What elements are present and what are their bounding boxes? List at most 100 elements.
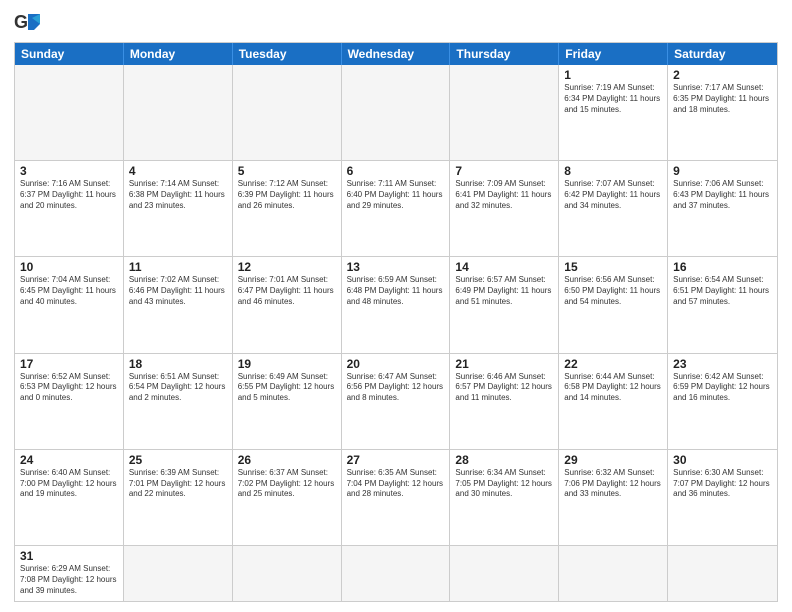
day-info: Sunrise: 6:49 AM Sunset: 6:55 PM Dayligh… bbox=[238, 372, 336, 404]
day-cell-29: 29Sunrise: 6:32 AM Sunset: 7:06 PM Dayli… bbox=[559, 450, 668, 545]
day-cell-27: 27Sunrise: 6:35 AM Sunset: 7:04 PM Dayli… bbox=[342, 450, 451, 545]
day-number: 28 bbox=[455, 453, 553, 467]
day-info: Sunrise: 6:32 AM Sunset: 7:06 PM Dayligh… bbox=[564, 468, 662, 500]
day-cell-6: 6Sunrise: 7:11 AM Sunset: 6:40 PM Daylig… bbox=[342, 161, 451, 256]
day-number: 30 bbox=[673, 453, 772, 467]
calendar-body: 1Sunrise: 7:19 AM Sunset: 6:34 PM Daylig… bbox=[15, 65, 777, 601]
day-cell-28: 28Sunrise: 6:34 AM Sunset: 7:05 PM Dayli… bbox=[450, 450, 559, 545]
day-number: 9 bbox=[673, 164, 772, 178]
day-info: Sunrise: 6:34 AM Sunset: 7:05 PM Dayligh… bbox=[455, 468, 553, 500]
day-number: 4 bbox=[129, 164, 227, 178]
empty-cell bbox=[450, 546, 559, 601]
day-cell-1: 1Sunrise: 7:19 AM Sunset: 6:34 PM Daylig… bbox=[559, 65, 668, 160]
day-number: 13 bbox=[347, 260, 445, 274]
header-day-sunday: Sunday bbox=[15, 43, 124, 65]
day-cell-8: 8Sunrise: 7:07 AM Sunset: 6:42 PM Daylig… bbox=[559, 161, 668, 256]
day-number: 19 bbox=[238, 357, 336, 371]
day-info: Sunrise: 7:06 AM Sunset: 6:43 PM Dayligh… bbox=[673, 179, 772, 211]
day-number: 29 bbox=[564, 453, 662, 467]
header-day-saturday: Saturday bbox=[668, 43, 777, 65]
header: G bbox=[14, 10, 778, 34]
day-cell-3: 3Sunrise: 7:16 AM Sunset: 6:37 PM Daylig… bbox=[15, 161, 124, 256]
day-cell-18: 18Sunrise: 6:51 AM Sunset: 6:54 PM Dayli… bbox=[124, 354, 233, 449]
day-info: Sunrise: 7:12 AM Sunset: 6:39 PM Dayligh… bbox=[238, 179, 336, 211]
header-day-monday: Monday bbox=[124, 43, 233, 65]
day-number: 20 bbox=[347, 357, 445, 371]
logo-icon: G bbox=[14, 10, 42, 34]
empty-cell bbox=[124, 546, 233, 601]
empty-cell bbox=[559, 546, 668, 601]
logo: G bbox=[14, 10, 46, 34]
page: G SundayMondayTuesdayWednesdayThursdayFr… bbox=[0, 0, 792, 612]
day-number: 23 bbox=[673, 357, 772, 371]
day-number: 25 bbox=[129, 453, 227, 467]
day-cell-10: 10Sunrise: 7:04 AM Sunset: 6:45 PM Dayli… bbox=[15, 257, 124, 352]
day-number: 22 bbox=[564, 357, 662, 371]
day-info: Sunrise: 6:54 AM Sunset: 6:51 PM Dayligh… bbox=[673, 275, 772, 307]
day-number: 16 bbox=[673, 260, 772, 274]
day-cell-9: 9Sunrise: 7:06 AM Sunset: 6:43 PM Daylig… bbox=[668, 161, 777, 256]
day-info: Sunrise: 6:39 AM Sunset: 7:01 PM Dayligh… bbox=[129, 468, 227, 500]
day-cell-5: 5Sunrise: 7:12 AM Sunset: 6:39 PM Daylig… bbox=[233, 161, 342, 256]
day-number: 14 bbox=[455, 260, 553, 274]
day-cell-17: 17Sunrise: 6:52 AM Sunset: 6:53 PM Dayli… bbox=[15, 354, 124, 449]
day-cell-7: 7Sunrise: 7:09 AM Sunset: 6:41 PM Daylig… bbox=[450, 161, 559, 256]
empty-cell bbox=[15, 65, 124, 160]
day-info: Sunrise: 6:52 AM Sunset: 6:53 PM Dayligh… bbox=[20, 372, 118, 404]
day-cell-25: 25Sunrise: 6:39 AM Sunset: 7:01 PM Dayli… bbox=[124, 450, 233, 545]
calendar: SundayMondayTuesdayWednesdayThursdayFrid… bbox=[14, 42, 778, 602]
day-info: Sunrise: 7:14 AM Sunset: 6:38 PM Dayligh… bbox=[129, 179, 227, 211]
day-info: Sunrise: 6:44 AM Sunset: 6:58 PM Dayligh… bbox=[564, 372, 662, 404]
calendar-week-2: 3Sunrise: 7:16 AM Sunset: 6:37 PM Daylig… bbox=[15, 161, 777, 257]
calendar-week-3: 10Sunrise: 7:04 AM Sunset: 6:45 PM Dayli… bbox=[15, 257, 777, 353]
day-info: Sunrise: 6:57 AM Sunset: 6:49 PM Dayligh… bbox=[455, 275, 553, 307]
day-info: Sunrise: 6:42 AM Sunset: 6:59 PM Dayligh… bbox=[673, 372, 772, 404]
day-number: 7 bbox=[455, 164, 553, 178]
empty-cell bbox=[233, 546, 342, 601]
day-number: 17 bbox=[20, 357, 118, 371]
day-cell-22: 22Sunrise: 6:44 AM Sunset: 6:58 PM Dayli… bbox=[559, 354, 668, 449]
day-number: 11 bbox=[129, 260, 227, 274]
day-cell-13: 13Sunrise: 6:59 AM Sunset: 6:48 PM Dayli… bbox=[342, 257, 451, 352]
day-cell-16: 16Sunrise: 6:54 AM Sunset: 6:51 PM Dayli… bbox=[668, 257, 777, 352]
day-cell-24: 24Sunrise: 6:40 AM Sunset: 7:00 PM Dayli… bbox=[15, 450, 124, 545]
day-info: Sunrise: 6:56 AM Sunset: 6:50 PM Dayligh… bbox=[564, 275, 662, 307]
day-cell-23: 23Sunrise: 6:42 AM Sunset: 6:59 PM Dayli… bbox=[668, 354, 777, 449]
day-cell-30: 30Sunrise: 6:30 AM Sunset: 7:07 PM Dayli… bbox=[668, 450, 777, 545]
day-number: 18 bbox=[129, 357, 227, 371]
day-number: 5 bbox=[238, 164, 336, 178]
day-cell-14: 14Sunrise: 6:57 AM Sunset: 6:49 PM Dayli… bbox=[450, 257, 559, 352]
empty-cell bbox=[450, 65, 559, 160]
day-cell-31: 31Sunrise: 6:29 AM Sunset: 7:08 PM Dayli… bbox=[15, 546, 124, 601]
day-number: 1 bbox=[564, 68, 662, 82]
header-day-wednesday: Wednesday bbox=[342, 43, 451, 65]
day-info: Sunrise: 7:02 AM Sunset: 6:46 PM Dayligh… bbox=[129, 275, 227, 307]
header-day-thursday: Thursday bbox=[450, 43, 559, 65]
day-number: 6 bbox=[347, 164, 445, 178]
day-info: Sunrise: 7:04 AM Sunset: 6:45 PM Dayligh… bbox=[20, 275, 118, 307]
day-info: Sunrise: 7:01 AM Sunset: 6:47 PM Dayligh… bbox=[238, 275, 336, 307]
day-info: Sunrise: 7:16 AM Sunset: 6:37 PM Dayligh… bbox=[20, 179, 118, 211]
day-info: Sunrise: 6:47 AM Sunset: 6:56 PM Dayligh… bbox=[347, 372, 445, 404]
day-info: Sunrise: 7:11 AM Sunset: 6:40 PM Dayligh… bbox=[347, 179, 445, 211]
day-number: 3 bbox=[20, 164, 118, 178]
day-cell-12: 12Sunrise: 7:01 AM Sunset: 6:47 PM Dayli… bbox=[233, 257, 342, 352]
calendar-week-4: 17Sunrise: 6:52 AM Sunset: 6:53 PM Dayli… bbox=[15, 354, 777, 450]
day-info: Sunrise: 7:19 AM Sunset: 6:34 PM Dayligh… bbox=[564, 83, 662, 115]
day-cell-21: 21Sunrise: 6:46 AM Sunset: 6:57 PM Dayli… bbox=[450, 354, 559, 449]
day-info: Sunrise: 6:35 AM Sunset: 7:04 PM Dayligh… bbox=[347, 468, 445, 500]
day-cell-20: 20Sunrise: 6:47 AM Sunset: 6:56 PM Dayli… bbox=[342, 354, 451, 449]
day-number: 15 bbox=[564, 260, 662, 274]
day-info: Sunrise: 7:09 AM Sunset: 6:41 PM Dayligh… bbox=[455, 179, 553, 211]
day-cell-4: 4Sunrise: 7:14 AM Sunset: 6:38 PM Daylig… bbox=[124, 161, 233, 256]
calendar-week-5: 24Sunrise: 6:40 AM Sunset: 7:00 PM Dayli… bbox=[15, 450, 777, 546]
day-number: 26 bbox=[238, 453, 336, 467]
day-cell-2: 2Sunrise: 7:17 AM Sunset: 6:35 PM Daylig… bbox=[668, 65, 777, 160]
empty-cell bbox=[668, 546, 777, 601]
svg-text:G: G bbox=[14, 12, 28, 32]
empty-cell bbox=[342, 546, 451, 601]
empty-cell bbox=[342, 65, 451, 160]
day-number: 8 bbox=[564, 164, 662, 178]
calendar-week-6: 31Sunrise: 6:29 AM Sunset: 7:08 PM Dayli… bbox=[15, 546, 777, 601]
header-day-friday: Friday bbox=[559, 43, 668, 65]
